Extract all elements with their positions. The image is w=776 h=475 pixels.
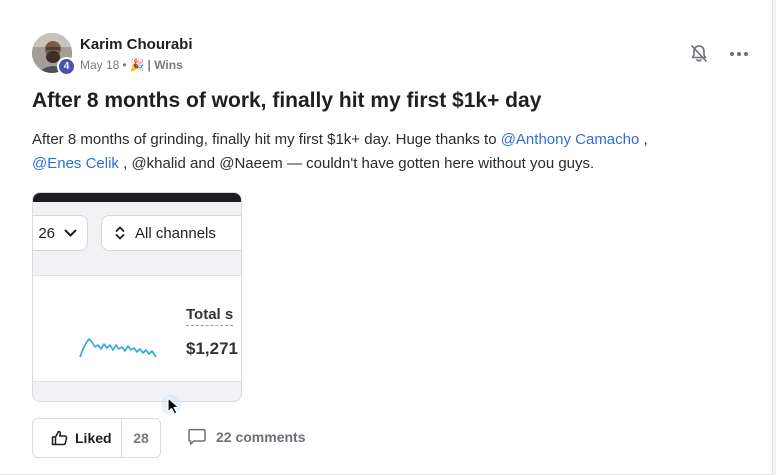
- notification-toggle-button[interactable]: [688, 43, 710, 65]
- mention-link[interactable]: @Anthony Camacho: [501, 131, 640, 148]
- level-badge: 4: [57, 57, 76, 76]
- chevron-up-down-icon: [115, 226, 125, 240]
- post-category[interactable]: | Wins: [148, 58, 183, 72]
- like-button-label: Liked: [75, 430, 112, 446]
- more-options-button[interactable]: [728, 44, 750, 64]
- preview-total-value: $1,271: [186, 339, 238, 358]
- preview-date-chip-label: 26: [38, 224, 55, 242]
- comments-button[interactable]: 22 comments: [187, 428, 305, 446]
- preview-top-bar: [33, 193, 241, 202]
- preview-bottom-bar: [33, 381, 241, 401]
- comments-label: 22 comments: [216, 429, 306, 445]
- author-avatar-wrap[interactable]: 4: [32, 33, 76, 76]
- mention-link[interactable]: @Enes Celik: [32, 155, 119, 172]
- chevron-down-icon: [64, 229, 77, 236]
- post-meta: May 18 • 🎉 | Wins: [80, 58, 183, 72]
- party-emoji-icon: 🎉: [129, 58, 145, 72]
- author-name[interactable]: Karim Chourabi: [80, 36, 193, 53]
- like-count[interactable]: 28: [122, 419, 160, 457]
- preview-total-label: Total s: [186, 306, 234, 326]
- preview-channels-chip: All channels: [101, 215, 241, 251]
- mouse-cursor-icon: [160, 392, 186, 423]
- sparkline-series: [79, 338, 157, 358]
- thumbs-up-icon: [51, 430, 68, 446]
- attachment-image-preview[interactable]: 26 All channels Total s $1,271: [32, 192, 242, 402]
- body-text-3: , @khalid and @Naeem — couldn't have got…: [118, 155, 595, 172]
- preview-channels-label: All channels: [135, 224, 216, 242]
- more-horizontal-icon: [730, 52, 748, 56]
- comment-icon: [188, 428, 206, 445]
- body-text-1: After 8 months of grinding, finally hit …: [32, 131, 501, 148]
- bell-off-icon: [691, 45, 707, 62]
- post-title[interactable]: After 8 months of work, finally hit my f…: [32, 89, 541, 113]
- meta-separator: •: [122, 58, 127, 72]
- sparkline-chart: [79, 338, 157, 358]
- preview-divider: [33, 275, 241, 276]
- like-button[interactable]: Liked: [33, 419, 122, 457]
- post-body: After 8 months of grinding, finally hit …: [32, 128, 732, 176]
- preview-date-chip: 26: [33, 215, 88, 251]
- body-text-2: ,: [639, 131, 648, 148]
- post-card: 4 Karim Chourabi May 18 • 🎉 | Wins After…: [0, 0, 773, 475]
- like-group: Liked 28: [32, 418, 161, 458]
- post-date: May 18: [80, 58, 120, 72]
